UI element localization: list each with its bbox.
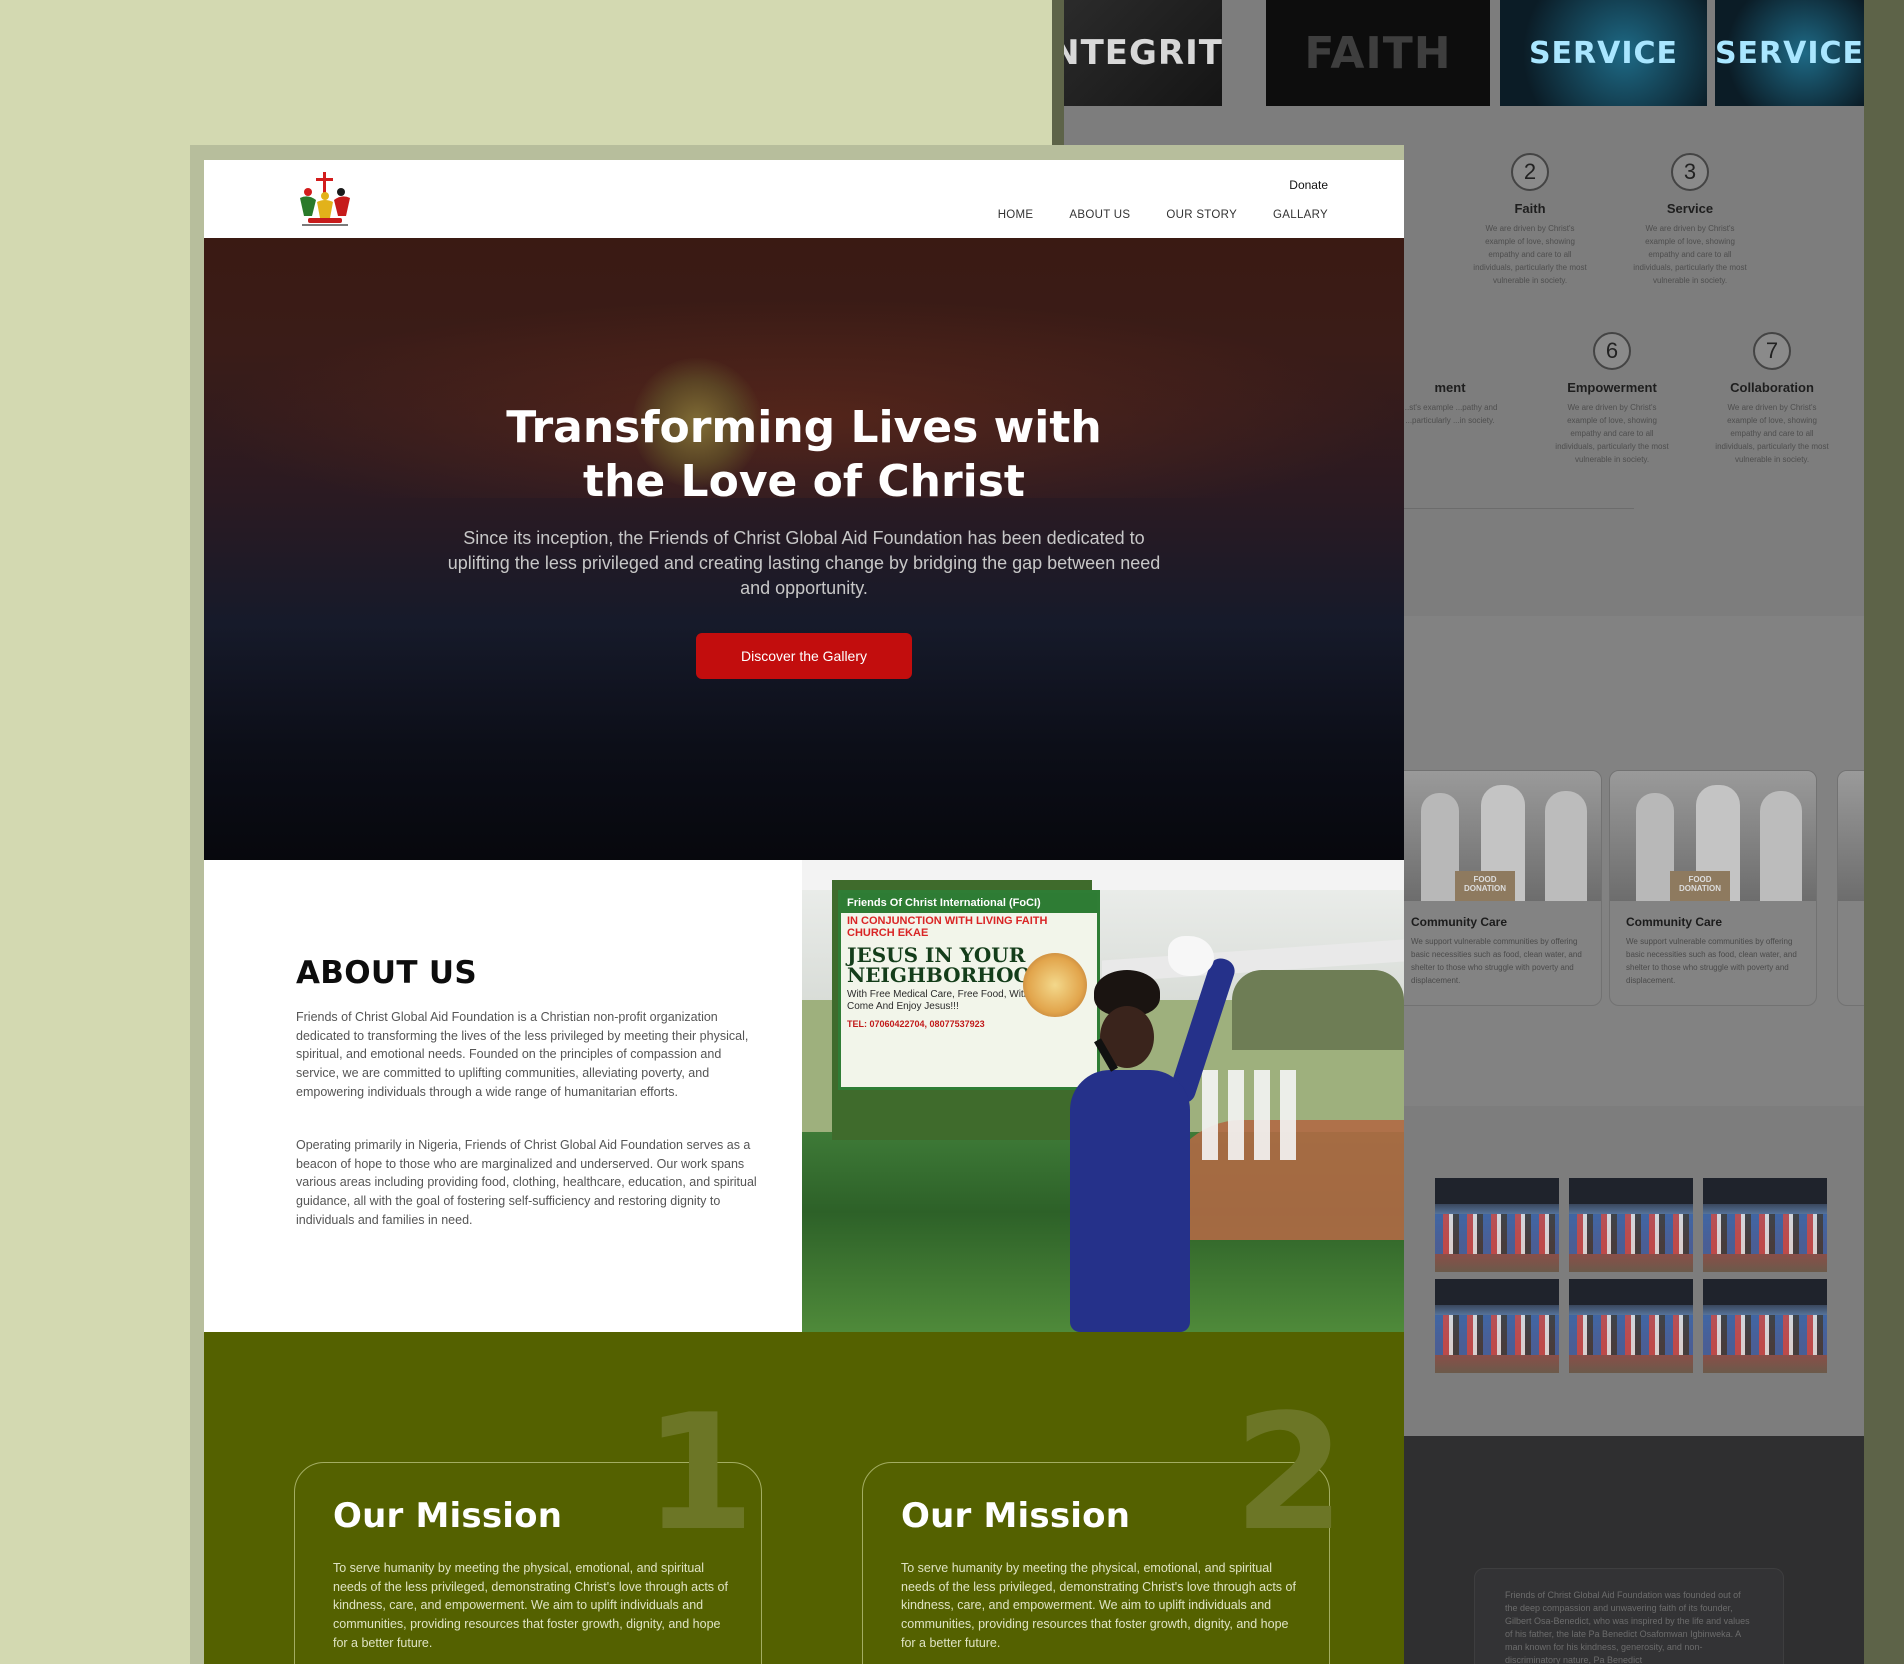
- program-photo: [1838, 771, 1864, 901]
- service-image-2: SERVICE: [1715, 0, 1864, 106]
- photo-chairs: [1202, 1070, 1302, 1160]
- value-desc: We are driven by Christ's example of lov…: [1715, 403, 1829, 464]
- mission-card-title: Our Mission: [333, 1496, 563, 1536]
- value-number: 2: [1511, 153, 1549, 191]
- story-card: Friends of Christ Global Aid Foundation …: [1474, 1568, 1784, 1664]
- value-empowerment: 6 Empowerment We are driven by Christ's …: [1542, 332, 1682, 466]
- program-desc: We support vulnerable communities by off…: [1626, 937, 1797, 985]
- faith-image: FAITH: [1266, 0, 1490, 106]
- program-title: Community Care: [1411, 915, 1508, 929]
- gallery-thumb[interactable]: [1703, 1178, 1827, 1272]
- integrity-image: INTEGRITY: [1064, 0, 1222, 106]
- value-name: Service: [1666, 201, 1714, 216]
- banner-portrait: [1023, 953, 1087, 1017]
- photo-cloth: [1168, 936, 1214, 976]
- about-paragraph-2: Operating primarily in Nigeria, Friends …: [296, 1138, 757, 1227]
- value-name: Collaboration: [1730, 380, 1814, 395]
- value-name: Faith: [1514, 201, 1546, 216]
- foundation-logo[interactable]: [294, 170, 356, 228]
- gallery-thumb[interactable]: [1569, 1279, 1693, 1373]
- program-title: Community Care: [1626, 915, 1723, 929]
- service-image: SERVICE: [1500, 0, 1707, 106]
- photo-trees: [1232, 970, 1404, 1050]
- values-image-strip: INTEGRITY FAITH SERVICE SERVICE: [1064, 0, 1864, 106]
- about-paragraph-1: Friends of Christ Global Aid Foundation …: [296, 1010, 749, 1099]
- discover-gallery-button[interactable]: Discover the Gallery: [696, 633, 912, 679]
- site-header: Donate HOME ABOUT US OUR STORY GALLARY: [204, 160, 1404, 238]
- gallery-thumb[interactable]: [1435, 1279, 1559, 1373]
- program-desc: We support vulnerable communities by off…: [1411, 937, 1582, 985]
- program-card-partial: [1837, 770, 1864, 1006]
- banner-subheading: IN CONJUNCTION WITH LIVING FAITH CHURCH …: [847, 915, 1048, 939]
- hero-title-line-1: Transforming Lives with: [506, 402, 1102, 453]
- value-service: 3 Service We are driven by Christ's exam…: [1620, 153, 1760, 287]
- mission-card-text: To serve humanity by meeting the physica…: [333, 1561, 728, 1650]
- nav-gallery[interactable]: GALLARY: [1273, 209, 1328, 221]
- donate-link[interactable]: Donate: [1289, 178, 1328, 192]
- story-text: Friends of Christ Global Aid Foundation …: [1505, 1590, 1750, 1664]
- donation-box: FOOD DONATION: [1670, 871, 1730, 901]
- value-number: 6: [1593, 332, 1631, 370]
- about-photo: Friends Of Christ International (FoCI) I…: [802, 860, 1404, 1332]
- value-desc: We are driven by Christ's example of lov…: [1555, 403, 1669, 464]
- mission-card: 2 Our Mission To serve humanity by meeti…: [862, 1393, 1345, 1664]
- mission-card-title: Our Mission: [901, 1496, 1131, 1536]
- hero-title: Transforming Lives with the Love of Chri…: [204, 401, 1404, 509]
- mission-card-number: 1: [643, 1379, 755, 1566]
- gallery-thumb[interactable]: [1569, 1178, 1693, 1272]
- landing-page: Donate HOME ABOUT US OUR STORY GALLARY T…: [204, 160, 1404, 1664]
- about-title: ABOUT US: [296, 955, 477, 991]
- logo-mark-icon: [300, 172, 350, 226]
- program-card: FOOD DONATION Community Care We support …: [1609, 770, 1817, 1006]
- mission-card-number: 2: [1233, 1379, 1345, 1566]
- mission-section: 1 Our Mission To serve humanity by meeti…: [204, 1332, 1404, 1664]
- value-desc: We are driven by Christ's example of lov…: [1473, 224, 1587, 285]
- main-nav: HOME ABOUT US OUR STORY GALLARY: [998, 209, 1328, 221]
- nav-our-story[interactable]: OUR STORY: [1166, 209, 1237, 221]
- hero-title-line-2: the Love of Christ: [583, 456, 1025, 507]
- hero-section: Transforming Lives with the Love of Chri…: [204, 238, 1404, 860]
- value-name: Empowerment: [1567, 380, 1657, 395]
- value-collaboration: 7 Collaboration We are driven by Christ'…: [1702, 332, 1842, 466]
- value-faith: 2 Faith We are driven by Christ's exampl…: [1460, 153, 1600, 287]
- program-card: FOOD DONATION Community Care We support …: [1394, 770, 1602, 1006]
- mission-card: 1 Our Mission To serve humanity by meeti…: [294, 1393, 762, 1664]
- value-number: 3: [1671, 153, 1709, 191]
- donation-box: FOOD DONATION: [1455, 871, 1515, 901]
- nav-home[interactable]: HOME: [998, 209, 1034, 221]
- mission-card-text: To serve humanity by meeting the physica…: [901, 1561, 1296, 1650]
- program-photo: FOOD DONATION: [1395, 771, 1601, 901]
- banner-heading: Friends Of Christ International (FoCI): [841, 893, 1097, 913]
- event-banner: Friends Of Christ International (FoCI) I…: [838, 890, 1100, 1090]
- photo-person: [1070, 1070, 1190, 1332]
- gallery-thumb[interactable]: [1703, 1279, 1827, 1373]
- gallery-thumb[interactable]: [1435, 1178, 1559, 1272]
- nav-about-us[interactable]: ABOUT US: [1069, 209, 1130, 221]
- value-desc: We are driven by Christ's example of lov…: [1633, 224, 1747, 285]
- value-number: 7: [1753, 332, 1791, 370]
- hero-subtitle: Since its inception, the Friends of Chri…: [447, 528, 1161, 598]
- program-photo: FOOD DONATION: [1610, 771, 1816, 901]
